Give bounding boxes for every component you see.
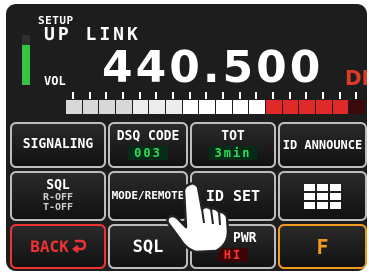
id-announce-label: ID ANNOUNCE xyxy=(282,138,363,152)
meter-tick xyxy=(138,92,141,99)
menu-grid-button[interactable] xyxy=(278,171,367,221)
meter-tick xyxy=(72,92,74,99)
signal-meter xyxy=(66,100,366,114)
meter-tick xyxy=(188,92,191,99)
volume-fill xyxy=(22,45,30,85)
f-label: F xyxy=(316,234,329,259)
dsq-code-button[interactable]: DSQ CODE 003 xyxy=(108,122,188,168)
volume-bar xyxy=(22,35,30,85)
meter-tick xyxy=(222,92,224,99)
meter-segment xyxy=(82,100,99,114)
meter-segment xyxy=(299,100,315,114)
meter-segment xyxy=(215,100,232,114)
dsq-code-value: 003 xyxy=(128,146,168,160)
dsq-code-label: DSQ CODE xyxy=(116,129,180,144)
meter-segment xyxy=(199,100,215,114)
meter-tick xyxy=(88,92,91,99)
meter-tick xyxy=(338,92,341,99)
meter-segment xyxy=(182,100,199,114)
meter-segment xyxy=(265,100,282,114)
meter-segment xyxy=(165,100,182,114)
frequency-display: 440.500 xyxy=(102,42,324,93)
back-label: BACK xyxy=(30,236,69,256)
meter-tick xyxy=(272,92,274,99)
meter-tick xyxy=(122,92,124,99)
radio-screen: SETUP UP LINK VOL 440.500 DN SIGNALING D… xyxy=(6,4,367,271)
meter-tick xyxy=(255,92,258,99)
meter-segment xyxy=(66,100,82,114)
back-button[interactable]: BACK xyxy=(10,224,106,269)
meter-segment xyxy=(132,100,149,114)
meter-segment xyxy=(232,100,249,114)
meter-tick xyxy=(172,92,174,99)
meter-tick xyxy=(355,92,358,99)
tot-value: 3min xyxy=(208,146,258,160)
meter-segment xyxy=(349,100,365,114)
signaling-label: SIGNALING xyxy=(22,137,94,152)
meter-tick xyxy=(238,92,241,99)
sql-t-value: T-OFF xyxy=(42,202,74,213)
id-announce-button[interactable]: ID ANNOUNCE xyxy=(278,122,367,168)
back-arrow-icon xyxy=(71,239,86,253)
tot-button[interactable]: TOT 3min xyxy=(190,122,276,168)
sql-setting-label: SQL xyxy=(46,178,70,193)
meter-segment xyxy=(315,100,332,114)
meter-tick xyxy=(105,92,108,99)
meter-segment xyxy=(282,100,299,114)
meter-tick xyxy=(322,92,324,99)
sql-setting-button[interactable]: SQL R-OFF T-OFF xyxy=(10,171,106,221)
f-button[interactable]: F xyxy=(278,224,367,269)
meter-segment xyxy=(249,100,265,114)
meter-segment xyxy=(332,100,349,114)
meter-ticks xyxy=(66,92,366,99)
meter-tick xyxy=(155,92,158,99)
pointing-hand-icon xyxy=(166,182,230,254)
direction-indicator: DN xyxy=(345,66,367,90)
meter-segment xyxy=(149,100,165,114)
meter-tick xyxy=(305,92,308,99)
meter-tick xyxy=(288,92,291,99)
meter-tick xyxy=(205,92,208,99)
signaling-button[interactable]: SIGNALING xyxy=(10,122,106,168)
grid-icon xyxy=(304,183,341,209)
meter-segment xyxy=(99,100,115,114)
volume-label: VOL xyxy=(44,74,66,88)
meter-segment xyxy=(115,100,132,114)
tot-label: TOT xyxy=(221,129,245,144)
